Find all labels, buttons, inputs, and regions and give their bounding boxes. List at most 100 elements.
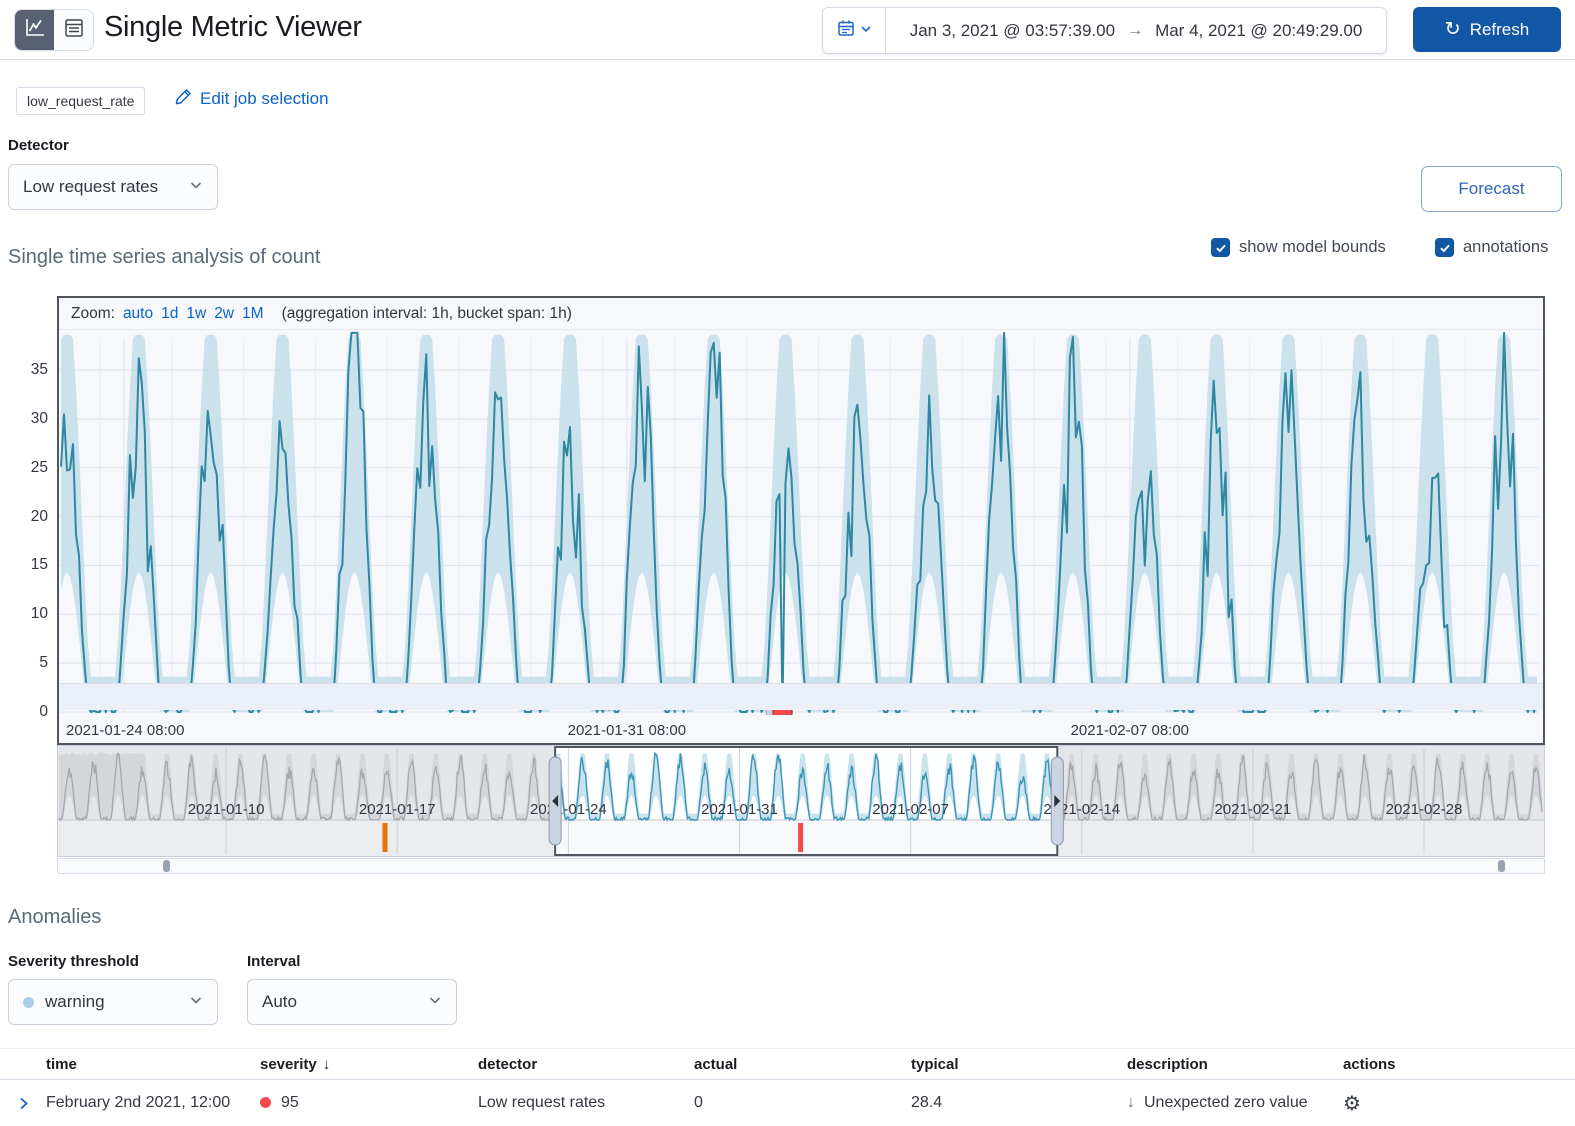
show-model-bounds-checkbox-row: show model bounds — [1211, 238, 1386, 257]
edit-job-selection-link[interactable]: Edit job selection — [175, 88, 329, 110]
col-severity[interactable]: severity↓ — [260, 1056, 478, 1073]
context-x-axis-label: 2021-02-28 — [1386, 801, 1463, 818]
col-typical[interactable]: typical — [911, 1056, 1127, 1073]
calendar-icon — [837, 19, 855, 42]
chevron-down-icon — [428, 992, 442, 1012]
pencil-icon — [175, 88, 192, 110]
col-time[interactable]: time — [46, 1056, 260, 1073]
col-description[interactable]: description — [1127, 1056, 1343, 1073]
context-x-axis-label: 2021-01-31 — [701, 801, 778, 818]
y-axis-label: 30 — [12, 410, 48, 428]
annotations-label[interactable]: annotations — [1463, 238, 1548, 257]
zoom-option-2w[interactable]: 2w — [214, 305, 234, 322]
header-divider — [0, 59, 1575, 60]
refresh-label: Refresh — [1470, 20, 1530, 40]
refresh-button[interactable]: ↻ Refresh — [1413, 7, 1561, 52]
zoom-option-auto[interactable]: auto — [123, 305, 153, 322]
cell-actual: 0 — [694, 1094, 911, 1112]
y-axis-label: 20 — [12, 508, 48, 526]
context-scrollbar[interactable] — [57, 858, 1545, 874]
x-axis-label: 2021-01-24 08:00 — [66, 722, 184, 739]
y-axis-label: 0 — [12, 703, 48, 721]
y-axis-label: 5 — [12, 654, 48, 672]
show-model-bounds-checkbox[interactable] — [1211, 238, 1230, 257]
anomaly-table-row: February 2nd 2021, 12:00 95 Low request … — [0, 1080, 1575, 1126]
main-time-series-chart[interactable] — [59, 330, 1539, 715]
warning-severity-dot — [23, 997, 34, 1008]
zoom-label: Zoom: — [71, 305, 115, 323]
job-id-badge: low_request_rate — [16, 87, 145, 115]
context-x-axis-label: 2021-01-10 — [188, 801, 265, 818]
severity-threshold-select[interactable]: warning — [8, 979, 218, 1025]
aggregation-note: (aggregation interval: 1h, bucket span: … — [282, 305, 572, 323]
time-range-end[interactable]: Mar 4, 2021 @ 20:49:29.00 — [1155, 21, 1362, 41]
anomalies-heading: Anomalies — [8, 906, 101, 929]
anomalies-table: time severity↓ detector actual typical d… — [0, 1048, 1575, 1126]
forecast-button[interactable]: Forecast — [1421, 166, 1562, 212]
cell-severity: 95 — [260, 1094, 478, 1112]
cell-detector: Low request rates — [478, 1094, 694, 1112]
severity-selected-value: warning — [45, 992, 105, 1012]
data-table-icon — [63, 17, 85, 44]
cell-description: ↓Unexpected zero value — [1127, 1094, 1343, 1112]
arrow-down-icon: ↓ — [1127, 1094, 1135, 1111]
interval-selected-value: Auto — [262, 992, 297, 1012]
chevron-down-icon — [189, 177, 203, 197]
line-chart-icon — [24, 17, 46, 44]
anomalies-table-header: time severity↓ detector actual typical d… — [0, 1048, 1575, 1080]
chart-view-button[interactable] — [15, 10, 54, 50]
cell-time: February 2nd 2021, 12:00 — [46, 1094, 260, 1112]
x-axis-strip — [59, 683, 1543, 710]
col-detector[interactable]: detector — [478, 1056, 694, 1073]
chevron-right-icon — [16, 1096, 31, 1111]
context-chart-container: 2021-01-10 2021-01-17 2021-01-24 2021-01-31… — [57, 745, 1545, 857]
time-range-picker[interactable]: Jan 3, 2021 @ 03:57:39.00 → Mar 4, 2021 … — [822, 7, 1387, 54]
y-axis-label: 10 — [12, 605, 48, 623]
context-x-axis-label: 2021-02-21 — [1215, 801, 1292, 818]
scrollbar-handle-right[interactable] — [1498, 860, 1505, 872]
col-actual[interactable]: actual — [694, 1056, 911, 1073]
cell-typical: 28.4 — [911, 1094, 1127, 1112]
detector-select[interactable]: Low request rates — [8, 164, 218, 210]
critical-anomaly-swimlane-marker[interactable] — [798, 823, 803, 852]
time-range-start[interactable]: Jan 3, 2021 @ 03:57:39.00 — [910, 21, 1115, 41]
scrollbar-handle-left[interactable] — [163, 860, 170, 872]
zoom-links: auto 1d 1w 2w 1M — [123, 305, 272, 323]
context-chart-brush[interactable]: 2021-01-10 2021-01-17 2021-01-24 2021-01-31… — [58, 746, 1544, 856]
zoom-option-1w[interactable]: 1w — [186, 305, 206, 322]
chevron-down-icon — [860, 22, 872, 40]
show-model-bounds-label[interactable]: show model bounds — [1239, 238, 1386, 257]
edit-job-selection-label[interactable]: Edit job selection — [200, 89, 329, 109]
interval-label: Interval — [247, 953, 300, 970]
x-axis-label: 2021-02-07 08:00 — [1071, 722, 1189, 739]
sort-desc-icon: ↓ — [323, 1056, 331, 1073]
zoom-option-1M[interactable]: 1M — [242, 305, 264, 322]
chart-zoom-toolbar: Zoom: auto 1d 1w 2w 1M (aggregation interval… — [59, 298, 1543, 330]
view-toggle-group — [14, 9, 94, 51]
gear-icon[interactable]: ⚙ — [1343, 1093, 1361, 1115]
annotations-checkbox-row: annotations — [1435, 238, 1548, 257]
critical-severity-dot — [260, 1097, 271, 1108]
chevron-down-icon — [189, 992, 203, 1012]
table-view-button[interactable] — [54, 10, 93, 50]
interval-select[interactable]: Auto — [247, 979, 457, 1025]
annotations-checkbox[interactable] — [1435, 238, 1454, 257]
date-picker-toggle[interactable] — [823, 8, 886, 53]
y-axis-label: 25 — [12, 459, 48, 477]
single-metric-viewer-page: Single Metric Viewer Jan 3, 2021 @ 03:57… — [0, 0, 1575, 1126]
time-range-display[interactable]: Jan 3, 2021 @ 03:57:39.00 → Mar 4, 2021 … — [886, 21, 1386, 41]
y-axis-label: 35 — [12, 361, 48, 379]
detector-selected-value: Low request rates — [23, 177, 158, 197]
context-x-axis-label: 2021-01-17 — [359, 801, 436, 818]
check-icon — [1215, 242, 1227, 254]
page-title: Single Metric Viewer — [104, 11, 362, 44]
cell-actions: ⚙ — [1343, 1091, 1575, 1116]
x-axis-label: 2021-01-31 08:00 — [568, 722, 686, 739]
major-anomaly-swimlane-marker[interactable] — [383, 823, 388, 852]
series-analysis-heading: Single time series analysis of count — [8, 246, 320, 269]
zoom-option-1d[interactable]: 1d — [161, 305, 178, 322]
context-x-axis-label: 2021-01-24 — [530, 801, 607, 818]
row-expand-button[interactable] — [0, 1080, 46, 1126]
refresh-icon: ↻ — [1445, 20, 1461, 39]
y-axis-label: 15 — [12, 556, 48, 574]
